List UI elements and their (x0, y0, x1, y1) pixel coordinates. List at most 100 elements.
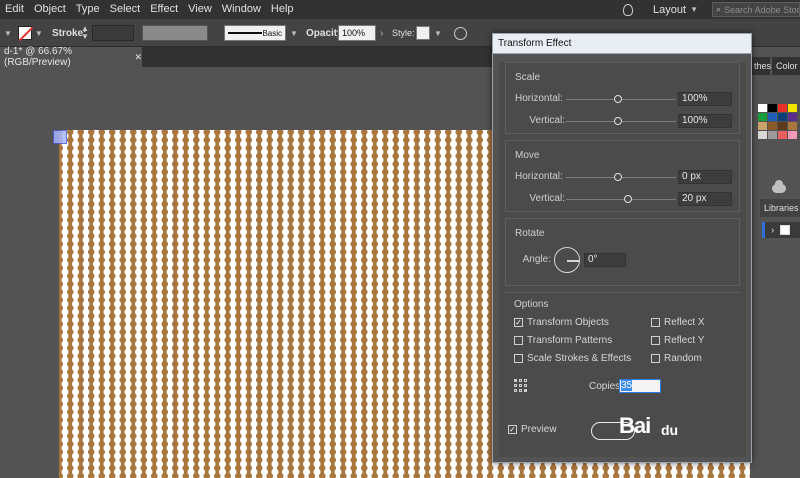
document-tab[interactable]: d-1* @ 66.67% (RGB/Preview) ✕ (0, 46, 142, 68)
tab-swatches[interactable]: thes (750, 57, 771, 75)
color-swatch[interactable] (768, 131, 777, 139)
random-label[interactable]: Random (664, 353, 702, 364)
copies-value[interactable]: 35 (621, 380, 633, 391)
color-swatch[interactable] (788, 131, 797, 139)
color-swatch[interactable] (768, 113, 777, 121)
options-title: Options (514, 299, 549, 310)
chevron-right-icon[interactable]: › (380, 28, 383, 39)
chevron-down-icon[interactable]: ▼ (690, 5, 698, 14)
transform-objects-checkbox[interactable]: ✓ (514, 318, 523, 327)
move-horizontal-thumb[interactable] (614, 173, 622, 181)
chevron-down-icon[interactable]: ▼ (4, 29, 12, 38)
library-thumbnail[interactable] (780, 225, 791, 235)
transform-patterns-checkbox[interactable] (514, 336, 523, 345)
transform-objects-label[interactable]: Transform Objects (527, 317, 609, 328)
reflect-y-checkbox[interactable] (651, 336, 660, 345)
menu-edit[interactable]: Edit (0, 0, 29, 19)
color-swatch[interactable] (758, 131, 767, 139)
color-swatch[interactable] (768, 104, 777, 112)
menu-help[interactable]: Help (266, 0, 299, 19)
stroke-spinner-icon[interactable]: ▲ ▼ (80, 25, 90, 41)
chevron-down-icon[interactable]: ▼ (35, 29, 43, 38)
menu-object[interactable]: Object (29, 0, 71, 19)
random-checkbox[interactable] (651, 354, 660, 363)
brush-definition-dropdown[interactable]: Basic (224, 25, 286, 41)
scale-horizontal-label: Horizontal: (515, 93, 563, 104)
move-group: Move Horizontal: 0 px Vertical: 20 px (505, 140, 740, 212)
search-icon: ⌕ (716, 4, 722, 14)
reflect-x-label[interactable]: Reflect X (664, 317, 705, 328)
reference-point-icon[interactable] (514, 379, 527, 392)
color-swatch[interactable] (788, 113, 797, 121)
menu-effect[interactable]: Effect (145, 0, 183, 19)
scale-strokes-label[interactable]: Scale Strokes & Effects (527, 353, 631, 364)
copies-label: Copies (589, 381, 621, 392)
reflect-y-label[interactable]: Reflect Y (664, 335, 704, 346)
move-title: Move (515, 150, 540, 161)
cloud-icon[interactable] (772, 180, 786, 193)
chevron-down-icon[interactable]: ▼ (434, 29, 442, 38)
scale-horizontal-thumb[interactable] (614, 95, 622, 103)
dialog-title[interactable]: Transform Effect (493, 34, 751, 54)
stroke-line-icon (228, 32, 263, 34)
selection-indicator (762, 222, 765, 238)
rotate-angle-label: Angle: (522, 254, 551, 265)
color-swatch[interactable] (788, 104, 797, 112)
angle-dial[interactable] (554, 247, 580, 273)
color-swatch[interactable] (778, 131, 787, 139)
move-vertical-thumb[interactable] (624, 195, 632, 203)
move-vertical-slider[interactable] (566, 199, 676, 200)
scale-title: Scale (515, 72, 541, 83)
scale-vertical-field[interactable]: 100% (678, 114, 732, 128)
color-swatch[interactable] (758, 122, 767, 130)
reflect-x-checkbox[interactable] (651, 318, 660, 327)
color-swatch[interactable] (778, 104, 787, 112)
dialog-body: Scale Horizontal: 100% Vertical: 100% Mo… (499, 62, 746, 457)
search-placeholder: Search Adobe Stock (724, 4, 800, 15)
selection-anchor-icon[interactable] (53, 130, 67, 144)
recolor-artwork-icon[interactable] (454, 26, 467, 40)
stroke-weight-field[interactable] (92, 25, 134, 41)
watermark-suffix: du (661, 422, 679, 438)
chevron-down-icon[interactable]: ▼ (290, 29, 298, 38)
move-vertical-field[interactable]: 20 px (678, 192, 732, 206)
color-swatch[interactable] (778, 113, 787, 121)
color-swatch[interactable] (758, 104, 767, 112)
scale-vertical-thumb[interactable] (614, 117, 622, 125)
menu-bar: Edit Object Type Select Effect View Wind… (0, 0, 800, 19)
library-item[interactable]: › (762, 222, 800, 238)
close-icon[interactable]: ✕ (134, 52, 142, 63)
move-vertical-label: Vertical: (529, 193, 565, 204)
copies-field[interactable]: 35 (619, 379, 661, 393)
menu-select[interactable]: Select (105, 0, 146, 19)
rotate-angle-field[interactable]: 0° (584, 253, 626, 267)
color-swatch[interactable] (778, 122, 787, 130)
menu-window[interactable]: Window (217, 0, 266, 19)
scale-horizontal-field[interactable]: 100% (678, 92, 732, 106)
layout-label[interactable]: Layout (653, 4, 686, 16)
preview-label[interactable]: Preview (521, 424, 557, 435)
search-input[interactable]: ⌕ Search Adobe Stock (712, 2, 800, 17)
menu-view[interactable]: View (183, 0, 217, 19)
transform-patterns-label[interactable]: Transform Patterns (527, 335, 612, 346)
style-label: Style: (392, 28, 415, 38)
lightbulb-icon[interactable] (623, 3, 634, 16)
tab-libraries[interactable]: Libraries (760, 199, 800, 217)
preview-checkbox[interactable]: ✓ (508, 425, 517, 434)
fill-dropdown[interactable]: ▼ ▼ (4, 19, 43, 47)
variable-width-field[interactable] (142, 25, 208, 41)
opacity-field[interactable]: 100% (338, 25, 376, 41)
scale-group: Scale Horizontal: 100% Vertical: 100% (505, 62, 740, 134)
stroke-swatch-icon[interactable] (17, 26, 32, 40)
rotate-group: Rotate Angle: 0° (505, 218, 740, 286)
scale-strokes-checkbox[interactable] (514, 354, 523, 363)
color-swatch[interactable] (758, 113, 767, 121)
color-swatch[interactable] (768, 122, 777, 130)
transform-effect-dialog: Transform Effect Scale Horizontal: 100% … (492, 33, 752, 463)
graphic-style-swatch[interactable] (416, 26, 430, 40)
move-horizontal-field[interactable]: 0 px (678, 170, 732, 184)
color-swatch[interactable] (788, 122, 797, 130)
menu-type[interactable]: Type (71, 0, 105, 19)
tab-color[interactable]: Color (772, 57, 800, 75)
chevron-right-icon[interactable]: › (771, 225, 774, 236)
